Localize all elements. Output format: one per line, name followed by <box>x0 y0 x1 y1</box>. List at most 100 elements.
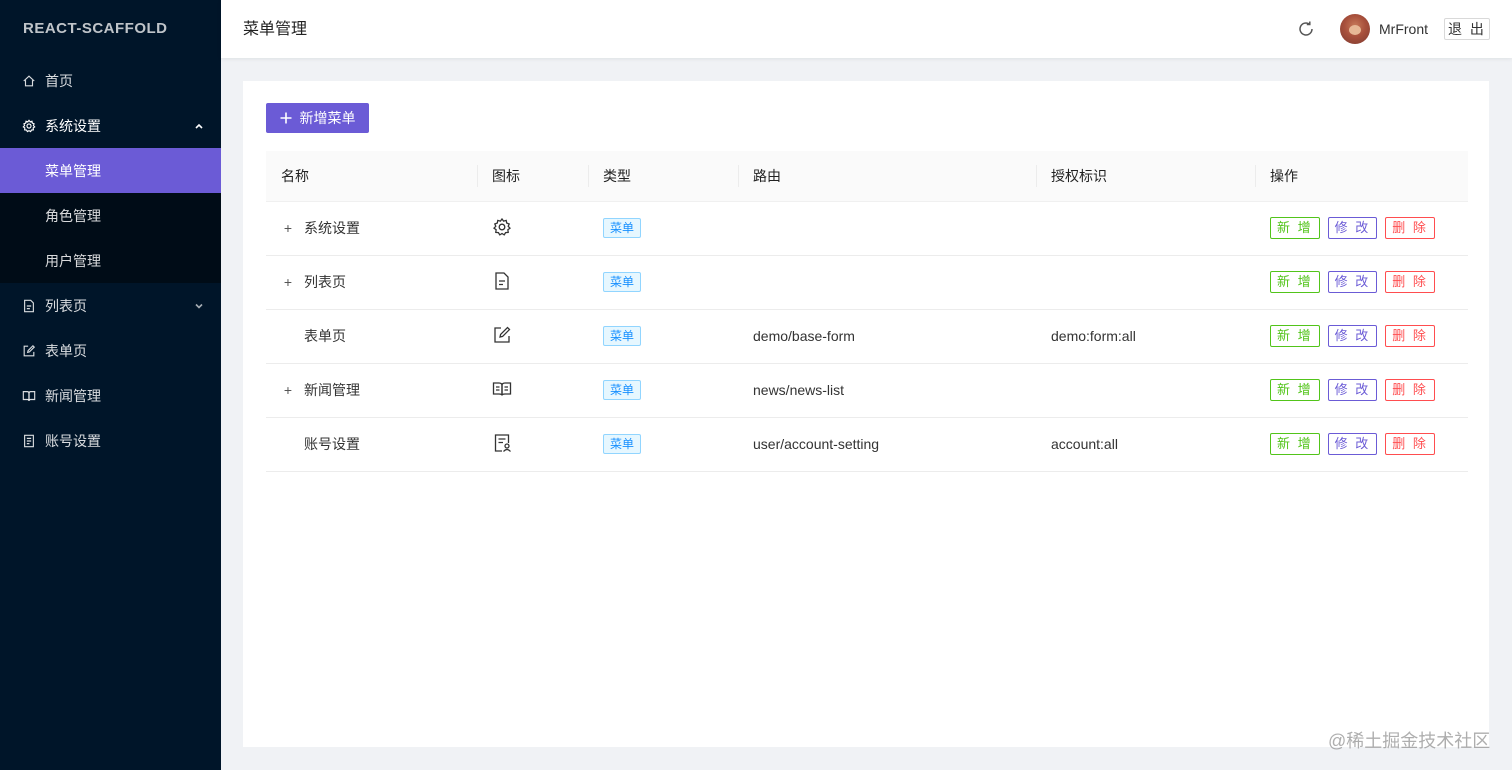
setting-icon <box>492 217 512 237</box>
cell-route: demo/base-form <box>738 309 1036 364</box>
sidebar-item-news-management[interactable]: 新闻管理 <box>0 373 221 418</box>
cell-route: user/account-setting <box>738 417 1036 472</box>
expand-plus-icon[interactable]: + <box>281 274 295 290</box>
read-icon <box>22 389 36 403</box>
cell-type: 菜单 <box>588 309 738 364</box>
type-tag: 菜单 <box>603 218 642 238</box>
delete-button[interactable]: 删 除 <box>1385 433 1435 455</box>
row-name: 列表页 <box>304 274 346 290</box>
sidebar-item-label: 系统设置 <box>45 117 101 134</box>
system-settings-submenu: 菜单管理 角色管理 用户管理 <box>0 148 221 283</box>
cell-actions: 新 增修 改删 除 <box>1255 309 1468 364</box>
sidebar-item-label: 列表页 <box>45 297 87 314</box>
menu-table: 名称 图标 类型 路由 授权标识 操作 + 系统设置 菜单 新 增 修 改 删 … <box>266 151 1468 472</box>
file-text-icon <box>492 271 512 291</box>
cell-name: + 新闻管理 <box>266 363 477 418</box>
edit-button[interactable]: 修 改 <box>1327 271 1378 293</box>
add-child-button[interactable]: 新 增 <box>1270 325 1320 347</box>
table-row: + 系统设置 菜单 新 增修 改删 除 <box>266 201 1468 256</box>
cell-icon <box>477 201 588 256</box>
delete-button[interactable]: 删 除 <box>1385 217 1435 239</box>
cell-actions: 新 增修 改删 除 <box>1255 201 1468 256</box>
column-header-name: 名称 <box>266 151 477 202</box>
table-header-row: 名称 图标 类型 路由 授权标识 操作 <box>266 151 1468 202</box>
cell-icon <box>477 309 588 364</box>
row-name: 表单页 <box>304 328 346 344</box>
cell-icon <box>477 417 588 472</box>
delete-button[interactable]: 删 除 <box>1385 379 1435 401</box>
add-child-button[interactable]: 新 增 <box>1270 271 1320 293</box>
column-header-actions: 操作 <box>1255 151 1468 202</box>
sidebar-item-account-settings[interactable]: 账号设置 <box>0 418 221 463</box>
cell-name: +表单页 <box>266 309 477 364</box>
table-row: +表单页 菜单 demo/base-form demo:form:all 新 增… <box>266 309 1468 364</box>
edit-button[interactable]: 修 改 <box>1327 433 1378 455</box>
sidebar-item-home[interactable]: 首页 <box>0 58 221 103</box>
row-name: 新闻管理 <box>304 382 360 398</box>
table-row: +账号设置 菜单 user/account-setting account:al… <box>266 417 1468 472</box>
row-name: 账号设置 <box>304 436 360 452</box>
content-card: 新增菜单 名称 图标 类型 路由 授权标识 操作 + 系统设置 菜单 新 增 修… <box>243 81 1489 747</box>
sidebar-item-label: 菜单管理 <box>45 162 101 179</box>
account-book-icon <box>22 434 36 448</box>
logout-button[interactable]: 退 出 <box>1444 18 1490 40</box>
table-row: + 新闻管理 菜单 news/news-list 新 增修 改删 除 <box>266 363 1468 418</box>
cell-type: 菜单 <box>588 201 738 256</box>
cell-name: + 列表页 <box>266 255 477 310</box>
top-header: 菜单管理 MrFront 退 出 <box>221 0 1512 58</box>
cell-route: news/news-list <box>738 363 1036 418</box>
edit-icon <box>22 344 36 358</box>
add-menu-button[interactable]: 新增菜单 <box>266 103 369 133</box>
add-menu-label: 新增菜单 <box>299 110 356 126</box>
home-icon <box>22 74 36 88</box>
reload-icon[interactable] <box>1297 20 1315 38</box>
delete-button[interactable]: 删 除 <box>1385 271 1435 293</box>
sidebar-item-user-management[interactable]: 用户管理 <box>0 238 221 283</box>
cell-auth <box>1036 201 1255 256</box>
sidebar-item-system-settings[interactable]: 系统设置 <box>0 103 221 148</box>
sidebar-item-list-page[interactable]: 列表页 <box>0 283 221 328</box>
cell-actions: 新 增修 改删 除 <box>1255 417 1468 472</box>
app-logo: REACT-SCAFFOLD <box>23 20 168 37</box>
type-tag: 菜单 <box>603 272 642 292</box>
cell-actions: 新 增修 改删 除 <box>1255 363 1468 418</box>
add-child-button[interactable]: 新 增 <box>1270 433 1320 455</box>
form-edit-icon <box>492 325 512 345</box>
edit-button[interactable]: 修 改 <box>1327 325 1378 347</box>
chevron-up-icon <box>193 120 205 132</box>
add-child-button[interactable]: 新 增 <box>1270 217 1320 239</box>
cell-name: +账号设置 <box>266 417 477 472</box>
cell-auth <box>1036 363 1255 418</box>
cell-name: + 系统设置 <box>266 201 477 256</box>
delete-button[interactable]: 删 除 <box>1385 325 1435 347</box>
page-title: 菜单管理 <box>243 21 308 38</box>
type-tag: 菜单 <box>603 326 642 346</box>
sidebar-item-label: 账号设置 <box>45 432 101 449</box>
avatar[interactable] <box>1340 14 1370 44</box>
column-header-type: 类型 <box>588 151 738 202</box>
sidebar-item-label: 首页 <box>45 72 73 89</box>
sidebar-item-label: 角色管理 <box>45 207 101 224</box>
cell-auth <box>1036 255 1255 310</box>
expand-plus-icon[interactable]: + <box>281 220 295 236</box>
sidebar-item-form-page[interactable]: 表单页 <box>0 328 221 373</box>
cell-icon <box>477 255 588 310</box>
add-child-button[interactable]: 新 增 <box>1270 379 1320 401</box>
gear-icon <box>22 118 36 133</box>
type-tag: 菜单 <box>603 434 642 454</box>
read-icon <box>492 379 512 399</box>
sidebar-item-menu-management[interactable]: 菜单管理 <box>0 148 221 193</box>
sidebar-item-role-management[interactable]: 角色管理 <box>0 193 221 238</box>
cell-route <box>738 201 1036 256</box>
username[interactable]: MrFront <box>1379 0 1428 58</box>
cell-actions: 新 增修 改删 除 <box>1255 255 1468 310</box>
cell-auth: demo:form:all <box>1036 309 1255 364</box>
expand-plus-icon[interactable]: + <box>281 382 295 398</box>
edit-button[interactable]: 修 改 <box>1327 379 1378 401</box>
sidebar-item-label: 新闻管理 <box>45 387 101 404</box>
edit-button[interactable]: 修 改 <box>1327 217 1378 239</box>
sidebar-item-label: 表单页 <box>45 342 87 359</box>
row-name: 系统设置 <box>304 220 360 236</box>
table-row: + 列表页 菜单 新 增修 改删 除 <box>266 255 1468 310</box>
cell-type: 菜单 <box>588 363 738 418</box>
